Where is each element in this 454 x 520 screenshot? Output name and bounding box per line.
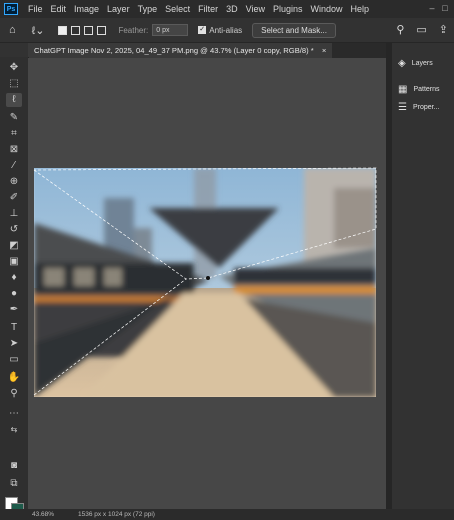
workspace-icon[interactable]: ▭	[416, 23, 426, 36]
menu-3d[interactable]: 3D	[222, 4, 242, 14]
menu-bar: Ps File Edit Image Layer Type Select Fil…	[0, 0, 454, 18]
pen-tool-icon[interactable]: ✒	[6, 303, 22, 317]
quick-selection-tool-icon[interactable]: ✎	[6, 111, 22, 125]
search-icon[interactable]: ⚲	[396, 23, 404, 36]
select-and-mask-button[interactable]: Select and Mask...	[252, 22, 336, 38]
menu-image[interactable]: Image	[70, 4, 103, 14]
rectangle-tool-icon[interactable]: ▭	[6, 353, 22, 367]
panel-tab-patterns-label: Patterns	[413, 85, 440, 93]
share-icon[interactable]: ⇪	[439, 23, 448, 36]
maximize-icon[interactable]: □	[440, 2, 450, 14]
quick-mask-icon[interactable]: ◙	[6, 459, 22, 473]
window-controls: – □	[427, 2, 450, 14]
close-tab-icon[interactable]: ×	[322, 46, 326, 55]
menu-plugins[interactable]: Plugins	[269, 4, 307, 14]
minimize-icon[interactable]: –	[427, 2, 437, 14]
path-selection-tool-icon[interactable]: ➤	[6, 337, 22, 351]
history-brush-tool-icon[interactable]: ↺	[6, 223, 22, 237]
menu-type[interactable]: Type	[134, 4, 162, 14]
zoom-tool-icon[interactable]: ⚲	[6, 387, 22, 401]
menu-file[interactable]: File	[24, 4, 47, 14]
blur-tool-icon[interactable]: ♦	[6, 271, 22, 285]
panel-tab-patterns[interactable]: ▦ Patterns	[398, 80, 440, 98]
radial-blur-image	[34, 168, 376, 397]
edit-toolbar-icon[interactable]: ⋯	[6, 407, 22, 421]
right-panel-dock: ◈ Layers ▦ Patterns ☰ Proper...	[392, 43, 454, 509]
status-bar: 43.68% 1536 px x 1024 px (72 ppi)	[28, 509, 454, 520]
feather-input[interactable]: 0 px	[152, 24, 189, 36]
layers-icon: ◈	[398, 57, 406, 69]
anti-alias-label: Anti-alias	[209, 25, 243, 35]
document-tab-row: ChatGPT Image Nov 2, 2025, 04_49_37 PM.p…	[28, 43, 386, 58]
screen-mode-icon[interactable]: ⧉	[6, 477, 22, 491]
panel-tab-properties-label: Proper...	[412, 103, 440, 111]
healing-brush-tool-icon[interactable]: ⊕	[6, 175, 22, 189]
hand-tool-icon[interactable]: ✋	[6, 371, 22, 385]
add-selection-icon[interactable]	[71, 25, 81, 35]
subtract-selection-icon[interactable]	[84, 25, 94, 35]
frame-tool-icon[interactable]: ⊠	[6, 143, 22, 157]
tools-panel: ✥ ⬚ ℓ ✎ ⌗ ⊠ ⁄ ⊕ ✐ ⊥ ↺ ◩ ▣ ♦ ● ✒ T ➤ ▭ ✋ …	[0, 57, 29, 516]
photoshop-logo[interactable]: Ps	[4, 3, 18, 15]
status-bar-left	[0, 509, 28, 520]
panel-tab-layers[interactable]: ◈ Layers	[398, 54, 433, 72]
move-tool-icon[interactable]: ✥	[6, 61, 22, 75]
menu-edit[interactable]: Edit	[47, 4, 71, 14]
lasso-tool-icon[interactable]: ℓ	[6, 93, 22, 107]
zoom-level[interactable]: 43.68%	[32, 509, 54, 520]
panel-tab-properties[interactable]: ☰ Proper...	[398, 98, 439, 116]
gradient-tool-icon[interactable]: ▣	[6, 255, 22, 269]
options-bar: ⌂ ℓ⌄ Feather: 0 px ✓ Anti-alias Select a…	[0, 18, 454, 43]
menu-select[interactable]: Select	[161, 4, 194, 14]
options-right-icons: ⚲ ▭ ⇪	[396, 23, 448, 36]
swap-colors-icon[interactable]: ⇆	[6, 423, 22, 437]
feather-label: Feather:	[118, 25, 149, 35]
panel-tab-layers-label: Layers	[411, 59, 433, 67]
brush-tool-icon[interactable]: ✐	[6, 191, 22, 205]
eraser-tool-icon[interactable]: ◩	[6, 239, 22, 253]
selection-mode-group	[58, 25, 107, 35]
menu-layer[interactable]: Layer	[103, 4, 134, 14]
menu-help[interactable]: Help	[347, 4, 374, 14]
document-image[interactable]	[34, 168, 376, 397]
document-size[interactable]: 1536 px x 1024 px (72 ppi)	[78, 509, 155, 520]
menu-filter[interactable]: Filter	[194, 4, 222, 14]
anti-alias-checkbox[interactable]: ✓	[198, 26, 207, 34]
clone-stamp-tool-icon[interactable]: ⊥	[6, 207, 22, 221]
eyedropper-tool-icon[interactable]: ⁄	[6, 159, 22, 173]
lasso-tool-preset-icon[interactable]: ℓ⌄	[32, 24, 45, 37]
type-tool-icon[interactable]: T	[6, 321, 22, 335]
patterns-icon: ▦	[398, 83, 408, 95]
properties-icon: ☰	[398, 101, 407, 113]
intersect-selection-icon[interactable]	[97, 25, 107, 35]
dodge-tool-icon[interactable]: ●	[6, 287, 22, 301]
marquee-tool-icon[interactable]: ⬚	[6, 77, 22, 91]
new-selection-icon[interactable]	[58, 25, 68, 35]
menu-window[interactable]: Window	[307, 4, 347, 14]
crop-tool-icon[interactable]: ⌗	[6, 127, 22, 141]
document-tab-title: ChatGPT Image Nov 2, 2025, 04_49_37 PM.p…	[34, 46, 314, 55]
document-tab[interactable]: ChatGPT Image Nov 2, 2025, 04_49_37 PM.p…	[28, 43, 333, 58]
home-icon[interactable]: ⌂	[9, 24, 16, 36]
menu-view[interactable]: View	[242, 4, 269, 14]
